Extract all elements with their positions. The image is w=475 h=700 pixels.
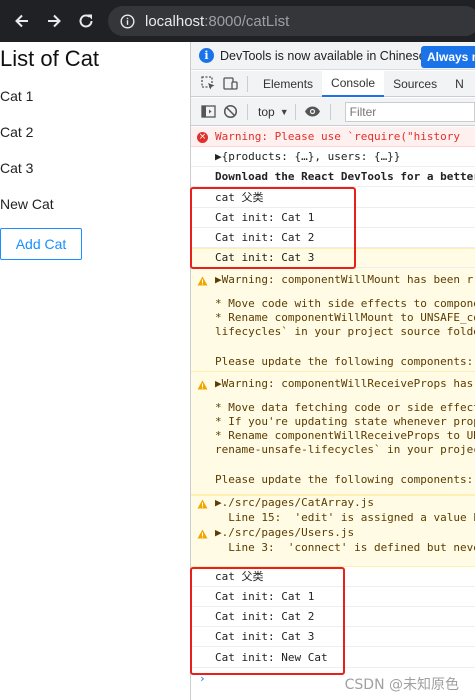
console-warning-row[interactable]: ▶./src/pages/Users.js [191, 525, 475, 541]
cat-item: Cat 3 [0, 160, 34, 176]
url-text: localhost:8000/catList [145, 13, 289, 30]
console-message-text: Please update the following components: [215, 355, 475, 368]
url-host: localhost [145, 12, 205, 30]
divider [294, 103, 296, 120]
watermark: CSDN @未知原色 [344, 677, 459, 693]
info-icon: i [199, 48, 214, 63]
page-content: List of Cat Cat 1 Cat 2 Cat 3 New Cat Ad… [0, 42, 190, 700]
highlight-box [190, 187, 356, 269]
device-toolbar-button[interactable] [219, 73, 241, 95]
infobar-text: DevTools is now available in Chinese! [220, 48, 430, 63]
always-match-language-button[interactable]: Always m [421, 46, 475, 68]
inspect-icon [200, 76, 214, 90]
console-warning-row[interactable]: ▶Warning: componentWillMount has been r [191, 272, 475, 288]
console-log-row: Download the React DevTools for a better [191, 167, 475, 187]
eye-icon [305, 106, 321, 117]
back-button[interactable] [8, 7, 36, 35]
console-message-text: Download the React DevTools for a better [215, 170, 475, 183]
clear-icon [223, 104, 237, 119]
chevron-down-icon: ▼ [279, 106, 289, 117]
inspect-element-button[interactable] [197, 73, 219, 95]
console-message-text: Line 3: 'connect' is defined but neve [215, 541, 475, 554]
tab-console[interactable]: Console [322, 70, 385, 97]
forward-button[interactable] [40, 7, 68, 35]
console-error-row[interactable]: × Warning: Please use `require("history [191, 127, 475, 147]
console-warning-row: lifecycles` in your project source folde [191, 324, 475, 339]
console-warning-row: * Rename componentWillReceiveProps to UN [191, 428, 475, 443]
divider [329, 103, 331, 120]
console-message-text: ▶./src/pages/Users.js [215, 526, 355, 539]
console-warning-row: * Move data fetching code or side effect [191, 400, 475, 415]
console-message-text: * Move code with side effects to compone [215, 297, 475, 310]
forward-arrow-icon [48, 14, 61, 28]
warning-icon [197, 275, 208, 288]
context-selector[interactable]: top ▼ [258, 105, 289, 119]
console-message-text: Line 15: 'edit' is assigned a value b [215, 511, 475, 524]
url-path: :8000/catList [204, 12, 290, 30]
console-log-row: ▶{products: {…}, users: {…}} [191, 147, 475, 167]
warning-icon [197, 379, 208, 392]
console-message-text: ▶Warning: componentWillReceiveProps has [215, 377, 474, 390]
devtools-infobar: i DevTools is now available in Chinese! … [191, 42, 475, 70]
filter-input[interactable] [344, 101, 475, 122]
console-message-text: rename-unsafe-lifecycles` in your projec [215, 443, 475, 456]
console-message-text: lifecycles` in your project source folde [215, 325, 475, 338]
browser-toolbar: localhost:8000/catList [0, 0, 475, 42]
console-message-text: * If you're updating state whenever prop [215, 415, 475, 428]
console-warning-row: Line 3: 'connect' is defined but neve [191, 540, 475, 555]
device-icon [222, 77, 238, 90]
tab-network[interactable]: N [446, 71, 473, 97]
address-bar[interactable]: localhost:8000/catList [108, 6, 475, 36]
cat-item: Cat 1 [0, 88, 34, 104]
console-message-text: * Rename componentWillMount to UNSAFE_co [215, 311, 475, 324]
console-warning-row: Please update the following components: [191, 354, 475, 369]
console-message-text: ▶./src/pages/CatArray.js [215, 496, 374, 509]
live-expression-button[interactable] [302, 101, 324, 123]
console-warning-row: * Rename componentWillMount to UNSAFE_co [191, 310, 475, 325]
tab-sources[interactable]: Sources [384, 71, 446, 97]
console-warning-row: Please update the following components: [191, 472, 475, 487]
console-message-text: ▶Warning: componentWillMount has been r [215, 273, 474, 286]
clear-console-button[interactable] [219, 101, 241, 123]
console-message-text: Warning: Please use `require("history [215, 130, 461, 143]
back-arrow-icon [15, 14, 28, 28]
reload-button[interactable] [72, 7, 100, 35]
console-warning-row[interactable]: ▶Warning: componentWillReceiveProps has [191, 376, 475, 392]
console-warning-row[interactable]: ▶./src/pages/CatArray.js [191, 495, 475, 511]
console-message-text: * Rename componentWillReceiveProps to UN [215, 429, 475, 442]
error-icon: × [197, 131, 208, 143]
devtools-tabbar: Elements Console Sources N [191, 70, 475, 97]
console-toolbar: top ▼ [191, 98, 475, 126]
cat-item: Cat 2 [0, 124, 34, 140]
console-message-text: * Move data fetching code or side effect [215, 401, 475, 414]
show-sidebar-button[interactable] [197, 101, 219, 123]
divider [247, 75, 248, 92]
console-warning-row: * If you're updating state whenever prop [191, 414, 475, 429]
site-info-icon[interactable] [120, 13, 135, 29]
console-warning-row: Line 15: 'edit' is assigned a value b [191, 510, 475, 525]
sidebar-toggle-icon [200, 105, 216, 118]
console-warning-row: * Move code with side effects to compone [191, 296, 475, 311]
reload-icon [79, 14, 93, 28]
page-title: List of Cat [0, 46, 100, 71]
context-label: top [258, 104, 275, 119]
tab-elements[interactable]: Elements [254, 71, 322, 97]
add-cat-button[interactable]: Add Cat [0, 228, 82, 260]
cat-item: New Cat [0, 196, 54, 212]
highlight-box [190, 567, 345, 675]
console-message-text: Please update the following components: [215, 473, 475, 486]
divider [247, 103, 248, 120]
console-message-text: ▶{products: {…}, users: {…}} [215, 150, 401, 163]
console-warning-row: rename-unsafe-lifecycles` in your projec [191, 442, 475, 457]
